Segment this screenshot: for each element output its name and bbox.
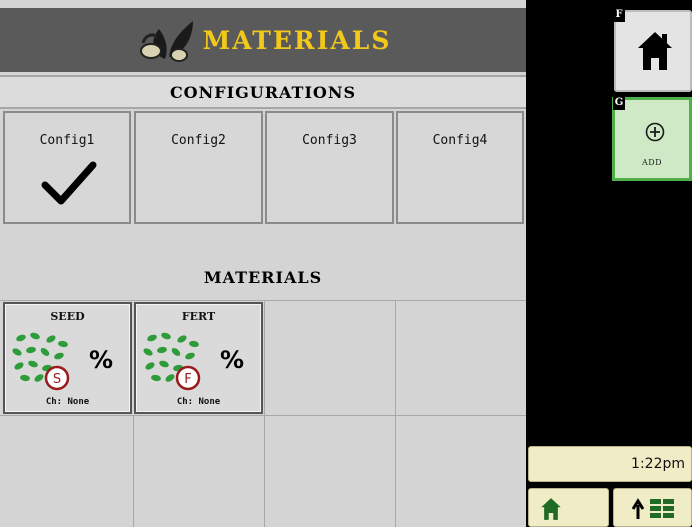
up-arrow-grid-icon (631, 498, 674, 519)
softkey-letter-f: F (613, 8, 625, 22)
material-tile-seed[interactable]: SEED S % Ch: None (3, 302, 132, 414)
config-tile-4[interactable]: Config4 (396, 111, 524, 224)
home-icon (541, 498, 561, 520)
title-bar: MATERIALS (0, 8, 526, 72)
config-tile-2[interactable]: Config2 (134, 111, 263, 224)
page-title: MATERIALS (202, 25, 392, 55)
fertilizer-icon: F (143, 332, 201, 391)
clock-display: 1:22pm (528, 446, 692, 482)
clock-time: 1:22pm (631, 456, 685, 472)
material-tile-fert[interactable]: FERT F % Ch: None (134, 302, 263, 414)
materials-page: MATERIALS CONFIGURATIONS Config1 Config2… (0, 0, 526, 527)
channel-label: Ch: None (45, 397, 90, 407)
layout-button[interactable] (613, 488, 692, 527)
configurations-heading: CONFIGURATIONS (0, 75, 526, 109)
config-tile-1[interactable]: Config1 (3, 111, 131, 224)
softkey-letter-g: G (613, 96, 625, 110)
home-button[interactable] (614, 10, 692, 92)
empty-material-slot[interactable] (265, 301, 395, 415)
config-tile-3[interactable]: Config3 (265, 111, 394, 224)
rate-unit: % (220, 346, 245, 374)
channel-label: Ch: None (176, 397, 221, 407)
materials-heading: MATERIALS (203, 268, 323, 287)
empty-material-slot[interactable] (0, 416, 133, 527)
checkmark-icon (41, 161, 97, 205)
config-label: Config3 (302, 133, 357, 148)
empty-material-slot[interactable] (265, 416, 395, 527)
material-name: FERT (181, 310, 216, 323)
material-name: SEED (50, 310, 85, 323)
seed-icon: S (12, 332, 70, 391)
config-label: Config1 (39, 133, 95, 148)
plus-circle-icon (645, 122, 665, 142)
home-icon (638, 32, 672, 70)
config-label: Config2 (171, 133, 226, 148)
seed-leaf-icon (139, 21, 193, 62)
add-label: ADD (641, 158, 663, 167)
empty-material-slot[interactable] (396, 416, 526, 527)
rate-unit: % (89, 346, 114, 374)
fert-badge-letter: F (184, 372, 191, 387)
home-shortcut-button[interactable] (528, 488, 609, 527)
seed-badge-letter: S (53, 372, 61, 387)
empty-material-slot[interactable] (134, 416, 264, 527)
empty-material-slot[interactable] (396, 301, 526, 415)
config-label: Config4 (432, 133, 488, 148)
